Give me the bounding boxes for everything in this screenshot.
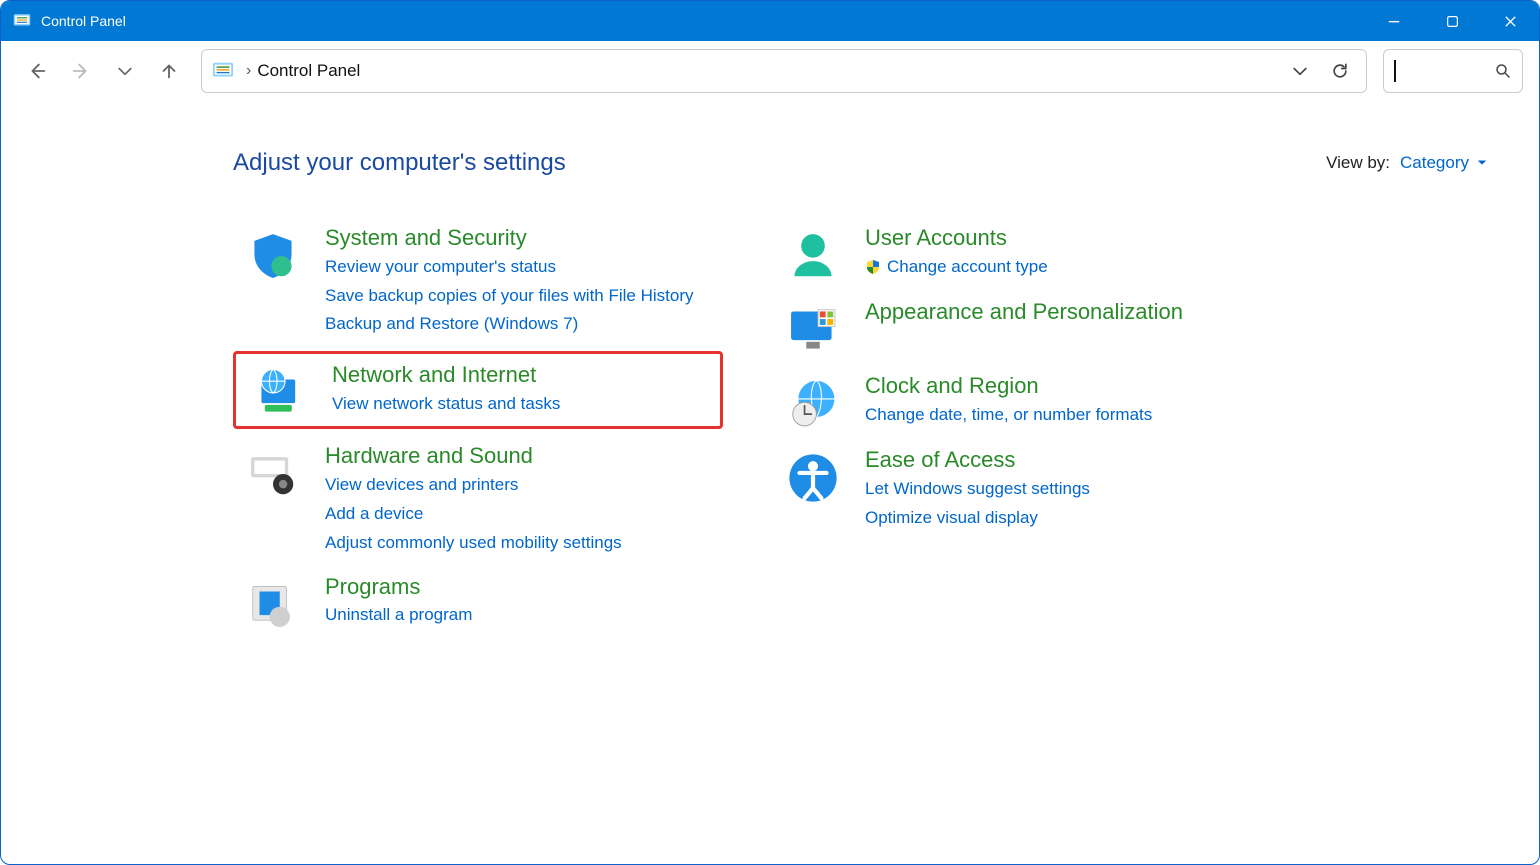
up-button[interactable] — [149, 51, 189, 91]
category-title[interactable]: Network and Internet — [332, 360, 560, 390]
window: Control Panel — [0, 0, 1540, 865]
recent-locations-button[interactable] — [105, 51, 145, 91]
category-link[interactable]: Backup and Restore (Windows 7) — [325, 310, 694, 339]
address-bar[interactable]: › Control Panel — [201, 49, 1367, 93]
appearance-icon — [779, 297, 847, 357]
view-by-value: Category — [1400, 153, 1469, 173]
category-columns: System and Security Review your computer… — [233, 221, 1511, 634]
category-hardware-and-sound: Hardware and Sound View devices and prin… — [233, 439, 723, 559]
category-user-accounts: User Accounts Change account type — [773, 221, 1213, 285]
category-title[interactable]: Ease of Access — [865, 445, 1090, 475]
view-by-dropdown[interactable]: Category — [1400, 153, 1487, 173]
category-link[interactable]: Optimize visual display — [865, 504, 1090, 533]
category-link[interactable]: Review your computer's status — [325, 253, 694, 282]
category-appearance-personalization: Appearance and Personalization — [773, 295, 1213, 359]
nav-toolbar: › Control Panel — [1, 41, 1539, 101]
hardware-sound-icon — [239, 441, 307, 501]
category-network-and-internet: Network and Internet View network status… — [233, 351, 723, 429]
left-column: System and Security Review your computer… — [233, 221, 723, 634]
category-link[interactable]: Let Windows suggest settings — [865, 475, 1090, 504]
category-title[interactable]: Clock and Region — [865, 371, 1152, 401]
chevron-down-icon — [1477, 158, 1487, 168]
user-accounts-icon — [779, 223, 847, 283]
minimize-button[interactable] — [1365, 1, 1423, 41]
heading-row: Adjust your computer's settings View by:… — [233, 149, 1511, 177]
category-link[interactable]: View network status and tasks — [332, 390, 560, 419]
category-link[interactable]: Add a device — [325, 500, 622, 529]
category-programs: Programs Uninstall a program — [233, 570, 723, 634]
address-history-button[interactable] — [1280, 51, 1320, 91]
maximize-button[interactable] — [1423, 1, 1481, 41]
programs-icon — [239, 572, 307, 632]
close-button[interactable] — [1481, 1, 1539, 41]
titlebar: Control Panel — [1, 1, 1539, 41]
refresh-button[interactable] — [1320, 51, 1360, 91]
category-link[interactable]: Adjust commonly used mobility settings — [325, 529, 622, 558]
control-panel-path-icon — [212, 60, 234, 82]
system-security-icon — [239, 223, 307, 283]
category-title[interactable]: Programs — [325, 572, 472, 602]
clock-region-icon — [779, 371, 847, 431]
breadcrumb-separator-icon[interactable]: › — [240, 62, 257, 80]
search-box[interactable] — [1383, 49, 1523, 93]
category-title[interactable]: Hardware and Sound — [325, 441, 622, 471]
category-clock-and-region: Clock and Region Change date, time, or n… — [773, 369, 1213, 433]
category-link[interactable]: Change account type — [865, 253, 1048, 282]
window-title: Control Panel — [41, 13, 126, 29]
category-system-and-security: System and Security Review your computer… — [233, 221, 723, 341]
control-panel-app-icon — [13, 12, 31, 30]
category-link[interactable]: Uninstall a program — [325, 601, 472, 630]
category-link[interactable]: Change date, time, or number formats — [865, 401, 1152, 430]
category-link[interactable]: View devices and printers — [325, 471, 622, 500]
breadcrumb-item[interactable]: Control Panel — [257, 61, 360, 81]
back-button[interactable] — [17, 51, 57, 91]
content-area: Adjust your computer's settings View by:… — [1, 101, 1539, 634]
text-cursor — [1394, 60, 1396, 82]
category-link[interactable]: Save backup copies of your files with Fi… — [325, 282, 694, 311]
search-icon — [1494, 62, 1512, 80]
right-column: User Accounts Change account type — [773, 221, 1213, 634]
category-title[interactable]: System and Security — [325, 223, 694, 253]
uac-shield-icon — [865, 259, 881, 275]
ease-of-access-icon — [779, 445, 847, 505]
page-heading: Adjust your computer's settings — [233, 149, 566, 177]
network-internet-icon — [246, 360, 314, 420]
view-by-label: View by: — [1326, 153, 1390, 173]
category-title[interactable]: Appearance and Personalization — [865, 297, 1183, 327]
category-title[interactable]: User Accounts — [865, 223, 1048, 253]
category-ease-of-access: Ease of Access Let Windows suggest setti… — [773, 443, 1213, 534]
forward-button[interactable] — [61, 51, 101, 91]
